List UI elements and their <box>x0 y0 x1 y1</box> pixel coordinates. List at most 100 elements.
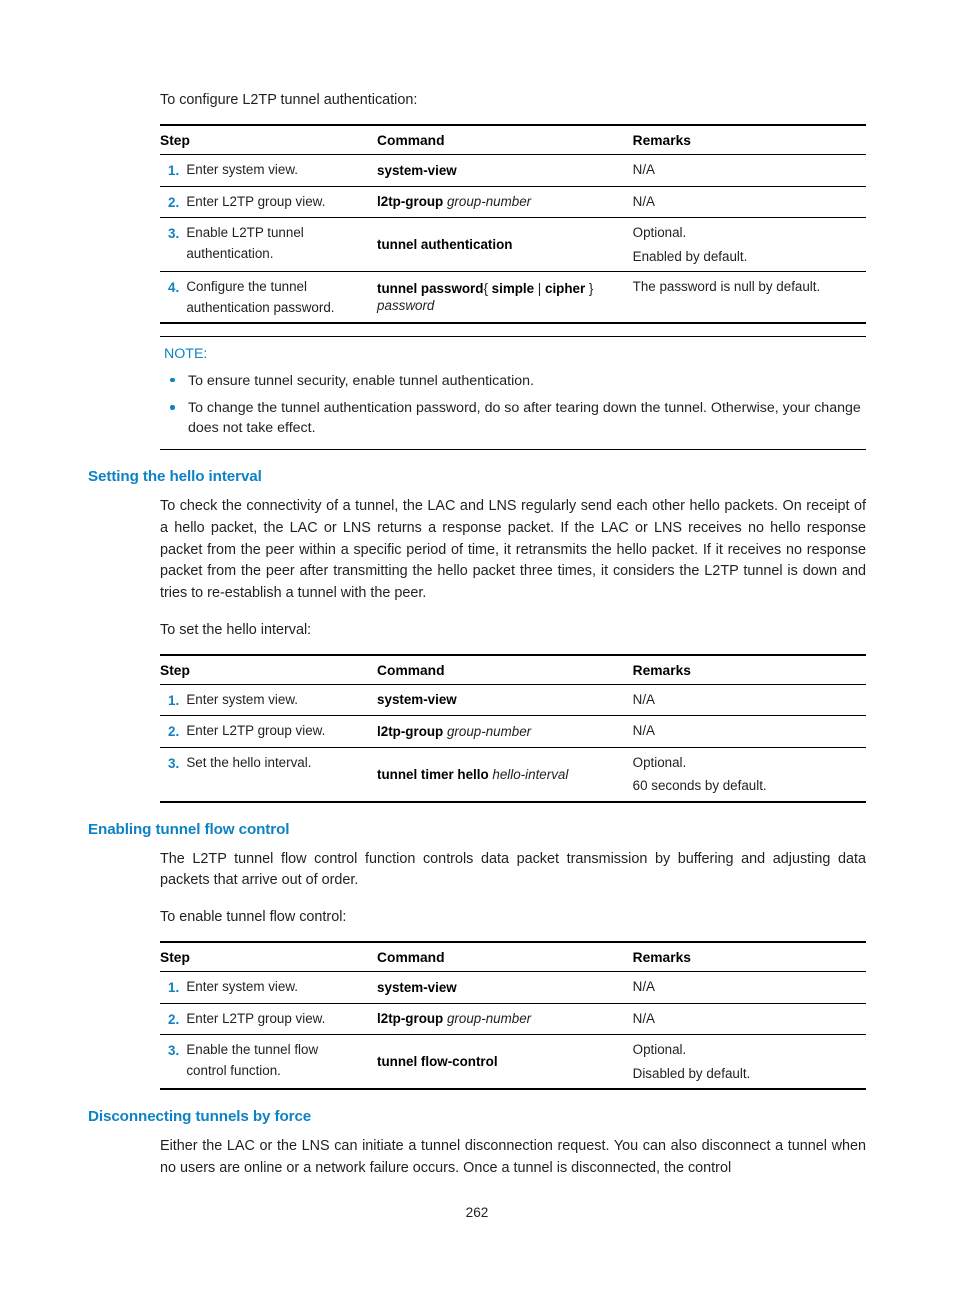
command-keyword: l2tp-group <box>377 1011 444 1027</box>
step-number: 3. <box>160 217 187 273</box>
column-header-remarks: Remarks <box>632 125 866 156</box>
table-row: 3. Enable the tunnel flow control functi… <box>160 1035 866 1089</box>
step-description: Enter L2TP group view. <box>186 186 378 219</box>
column-header-step: Step <box>160 125 378 156</box>
remark-line: Optional. <box>632 754 687 770</box>
document-page: To configure L2TP tunnel authentication:… <box>0 0 954 1296</box>
command-argument: group-number <box>446 1011 532 1027</box>
command-keyword: tunnel authentication <box>377 237 513 252</box>
command-argument: group-number <box>446 194 532 210</box>
step-command: l2tp-group group-number <box>377 186 633 219</box>
command-keyword: tunnel flow-control <box>377 1053 498 1069</box>
step-description-line: Set the hello interval. <box>186 754 312 770</box>
step-number: 1. <box>160 684 187 717</box>
page-number: 262 <box>465 1205 489 1220</box>
step-command: tunnel timer hello hello-interval <box>377 747 633 801</box>
bullet-icon <box>170 377 175 383</box>
step-description: Set the hello interval. <box>186 747 377 801</box>
lead-set-hello-interval: To set the hello interval: <box>160 621 312 638</box>
table-header-row: Step Command Remarks <box>160 125 866 156</box>
command-argument: hello-interval <box>492 766 569 782</box>
remark-line: Optional. <box>632 1042 687 1058</box>
step-description: Enter system view. <box>186 154 378 187</box>
intro-lead-text: To configure L2TP tunnel authentication: <box>160 92 418 108</box>
command-keyword: system-view <box>377 162 457 178</box>
step-description-line: authentication password. <box>186 299 335 315</box>
bullet-icon <box>170 405 175 410</box>
table-row: 4. Configure the tunnel authentication p… <box>160 272 866 323</box>
step-command: tunnel authentication <box>377 217 633 273</box>
table-header-row: Step Command Remarks <box>160 942 866 973</box>
step-command: system-view <box>377 971 633 1004</box>
step-number: 1. <box>160 154 187 187</box>
remark-line: The password is null by default. <box>632 279 821 295</box>
step-remarks: Optional. Enabled by default. <box>632 217 866 273</box>
step-description-line: Configure the tunnel <box>186 279 307 295</box>
heading-enabling-tunnel-flow-control: Enabling tunnel flow control <box>88 820 290 838</box>
column-header-command: Command <box>377 942 633 973</box>
command-syntax: } <box>585 280 594 296</box>
step-remarks: Optional. Disabled by default. <box>633 1035 866 1089</box>
column-header-step: Step <box>160 942 378 973</box>
step-description-line: Enter system view. <box>186 691 298 707</box>
command-keyword: l2tp-group <box>377 723 444 739</box>
remark-line: N/A <box>632 979 655 995</box>
step-description: Enter system view. <box>186 971 378 1004</box>
step-remarks: N/A <box>632 186 866 219</box>
step-number: 4. <box>168 280 180 296</box>
remark-line: Enabled by default. <box>632 248 748 264</box>
command-keyword: system-view <box>377 979 457 995</box>
command-syntax: { <box>483 280 492 296</box>
remark-line: N/A <box>632 162 655 178</box>
command-keyword: system-view <box>377 692 457 708</box>
command-keyword: l2tp-group <box>377 194 444 210</box>
command-argument: password <box>377 298 435 314</box>
remark-line: Disabled by default. <box>632 1065 751 1081</box>
step-number: 3. <box>168 755 180 771</box>
lead-enable-tunnel-flow-control: To enable tunnel flow control: <box>160 908 347 925</box>
note-item-text: To change the tunnel authentication pass… <box>188 400 861 437</box>
step-remarks: Optional. 60 seconds by default. <box>633 747 866 801</box>
step-description-line: control function. <box>186 1062 281 1078</box>
note-list-item: To ensure tunnel security, enable tunnel… <box>160 371 866 391</box>
step-description: Enter L2TP group view. <box>186 715 378 748</box>
step-description: Configure the tunnel authentication pass… <box>186 272 377 323</box>
column-header-remarks: Remarks <box>632 654 866 685</box>
step-remarks: The password is null by default. <box>633 272 866 323</box>
step-description-line: Enter system view. <box>186 162 298 178</box>
step-description-line: Enter L2TP group view. <box>186 1010 326 1026</box>
note-box: NOTE: To ensure tunnel security, enable … <box>160 335 866 451</box>
remark-line: 60 seconds by default. <box>632 778 767 794</box>
remark-line: N/A <box>632 723 655 739</box>
step-description: Enable L2TP tunnel authentication. <box>186 217 378 273</box>
column-header-step: Step <box>160 654 378 685</box>
step-number: 2. <box>160 186 187 219</box>
step-description-line: Enter L2TP group view. <box>186 723 326 739</box>
step-remarks: N/A <box>632 154 866 187</box>
step-number: 2. <box>160 715 187 748</box>
step-number: 2. <box>160 1003 187 1036</box>
step-command: tunnel flow-control <box>377 1035 633 1089</box>
step-description-line: authentication. <box>186 245 274 261</box>
command-syntax: | <box>534 280 545 296</box>
step-description-line: Enable the tunnel flow <box>186 1042 319 1058</box>
step-command: l2tp-group group-number <box>377 1003 633 1036</box>
table-row: 3. Enable L2TP tunnel authentication. tu… <box>160 217 866 273</box>
note-item-text: To ensure tunnel security, enable tunnel… <box>188 372 534 389</box>
paragraph-disconnecting-tunnels: Either the LAC or the LNS can initiate a… <box>160 1138 866 1176</box>
table-row: 1. Enter system view. system-view N/A <box>160 684 866 717</box>
step-description: Enter system view. <box>186 684 378 717</box>
step-command: system-view <box>377 684 633 717</box>
column-header-command: Command <box>377 654 633 685</box>
step-description: Enter L2TP group view. <box>186 1003 378 1036</box>
step-remarks: N/A <box>632 1003 866 1036</box>
step-remarks: N/A <box>632 971 866 1004</box>
remark-line: N/A <box>632 193 655 209</box>
step-remarks: N/A <box>632 715 866 748</box>
remark-line: N/A <box>632 691 655 707</box>
command-option-cipher: cipher <box>545 280 586 296</box>
step-command: l2tp-group group-number <box>377 715 633 748</box>
table-hello-interval: Step Command Remarks 1. Enter system vie… <box>160 653 866 803</box>
column-header-command: Command <box>377 125 633 156</box>
step-command: system-view <box>377 154 633 187</box>
